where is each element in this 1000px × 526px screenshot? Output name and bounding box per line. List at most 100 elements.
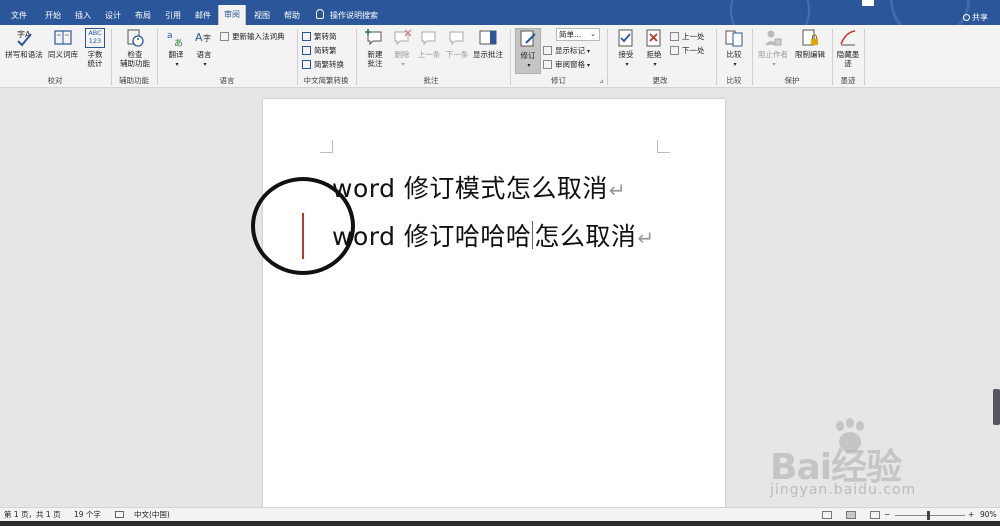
convert-button[interactable]: 简繁转换	[302, 59, 344, 70]
zoom-level[interactable]: 90%	[980, 508, 997, 522]
check-label: 辅助功能	[120, 59, 150, 68]
show-comments-label: 显示批注	[473, 50, 503, 59]
group-label-compare: 比较	[726, 76, 742, 85]
tab-design[interactable]: 设计	[100, 6, 126, 25]
zoom-in-button[interactable]: +	[968, 508, 974, 522]
share-button[interactable]: 共享	[963, 12, 988, 23]
reject-label: 拒绝	[646, 50, 662, 59]
thesaurus-button[interactable]: 同义词库	[44, 28, 82, 59]
new-comment-button[interactable]: 新建 批注	[361, 28, 389, 68]
reject-icon	[644, 28, 664, 48]
zoom-out-button[interactable]: −	[884, 508, 890, 522]
next-comment-button[interactable]: 下一条	[443, 28, 471, 59]
reject-button[interactable]: 拒绝 ▾	[640, 28, 668, 69]
to-simplified-label: 繁转简	[314, 32, 337, 41]
group-comments: 新建 批注 删除 ▾ 上一条 下一条 显示批注 批注	[357, 25, 505, 88]
svg-text:A: A	[195, 31, 203, 44]
person-icon	[963, 14, 970, 21]
tab-review[interactable]: 审阅	[218, 5, 246, 25]
read-mode-icon[interactable]	[822, 511, 832, 519]
tab-file[interactable]: 文件	[6, 6, 32, 25]
print-layout-icon[interactable]	[846, 511, 856, 519]
tab-home[interactable]: 开始	[40, 6, 66, 25]
track-changes-button[interactable]: 修订 ▾	[515, 28, 541, 74]
check-accessibility-button[interactable]: 检查 辅助功能	[116, 28, 154, 68]
title-decoration	[862, 0, 874, 6]
convert-icon	[302, 60, 311, 69]
word-count[interactable]: 19 个字	[74, 508, 101, 522]
chevron-down-icon: ▾	[625, 61, 629, 68]
show-comments-button[interactable]: 显示批注	[471, 28, 505, 59]
chevron-down-icon: ▾	[527, 62, 531, 69]
delete-comment-button[interactable]: 删除 ▾	[389, 28, 415, 69]
language-button[interactable]: A字 语言 ▾	[190, 28, 218, 69]
group-label-comments: 批注	[423, 76, 439, 85]
new-comment-label: 批注	[367, 59, 383, 68]
chevron-down-icon: ▾	[175, 61, 179, 68]
zoom-slider[interactable]	[895, 515, 965, 516]
spellcheck-icon: 字A	[14, 28, 34, 48]
markup-display-select[interactable]: 简单... ⌄	[556, 28, 600, 41]
document-page[interactable]: word 修订模式怎么取消↵ word 修订哈哈哈 怎么取消↵	[263, 99, 725, 519]
block-authors-button[interactable]: 阻止作者 ▾	[755, 28, 791, 69]
zoom-slider-handle[interactable]	[927, 511, 930, 520]
paragraph-text: 怎么取消	[534, 222, 637, 251]
hide-ink-button[interactable]: 隐藏墨 迹	[834, 28, 862, 68]
tell-me-search[interactable]: 操作说明搜索	[316, 6, 378, 25]
block-authors-icon	[763, 28, 783, 48]
to-traditional-label: 简转繁	[314, 46, 337, 55]
tab-references[interactable]: 引用	[160, 6, 186, 25]
block-authors-label: 阻止作者	[758, 50, 788, 59]
translate-button[interactable]: aあ 翻译 ▾	[162, 28, 190, 69]
review-pane-button[interactable]: 审阅窗格 ▾	[543, 59, 590, 70]
group-label-protect: 保护	[784, 76, 800, 85]
paragraph-mark: ↵	[637, 226, 655, 250]
web-layout-icon[interactable]	[870, 511, 880, 519]
next-change-icon	[670, 46, 679, 55]
tab-layout[interactable]: 布局	[130, 6, 156, 25]
language-status[interactable]: 中文(中国)	[134, 508, 170, 522]
hide-ink-label: 隐藏墨	[836, 50, 860, 59]
ribbon-tab-bar: 文件 开始 插入 设计 布局 引用 邮件 审阅 视图 帮助 操作说明搜索 共享	[0, 0, 1000, 25]
word-count-button[interactable]: ABC 123 字数 统计	[82, 28, 108, 68]
to-traditional-button[interactable]: 简转繁	[302, 45, 337, 56]
chevron-down-icon: ▾	[587, 62, 591, 69]
accept-button[interactable]: 接受 ▾	[612, 28, 640, 69]
group-label-ink: 墨迹	[840, 76, 856, 85]
tab-view[interactable]: 视图	[249, 6, 275, 25]
vertical-scrollbar-thumb[interactable]	[993, 389, 1000, 425]
spelling-grammar-button[interactable]: 字A 拼写和语法	[4, 28, 44, 59]
tab-mailings[interactable]: 邮件	[190, 6, 216, 25]
update-ime-button[interactable]: 更新输入法词典	[220, 31, 285, 42]
margin-corner-mark	[657, 140, 670, 153]
proofing-status-icon[interactable]	[115, 508, 124, 522]
document-paragraph[interactable]: word 修订哈哈哈 怎么取消↵	[332, 217, 655, 253]
dialog-launcher-icon[interactable]: ⊿	[599, 78, 604, 85]
previous-label: 上一条	[417, 50, 441, 59]
lock-document-icon	[800, 28, 820, 48]
previous-change-label: 上一处	[682, 32, 705, 41]
paragraph-text: word 修订哈哈哈	[332, 222, 532, 251]
compare-button[interactable]: 比较 ▾	[720, 28, 748, 69]
word-count-icon: ABC 123	[85, 28, 105, 48]
previous-change-button[interactable]: 上一处	[670, 31, 705, 42]
show-markup-button[interactable]: 显示标记 ▾	[543, 45, 590, 56]
tab-help[interactable]: 帮助	[279, 6, 305, 25]
group-language: aあ 翻译 ▾ A字 语言 ▾ 更新输入法词典 语言	[158, 25, 296, 88]
group-tracking: 修订 ▾ 简单... ⌄ 显示标记 ▾ 审阅窗格 ▾ 修订 ⊿	[511, 25, 606, 88]
document-paragraph[interactable]: word 修订模式怎么取消↵	[332, 169, 626, 205]
previous-comment-button[interactable]: 上一条	[415, 28, 443, 59]
language-label: 语言	[196, 50, 212, 59]
restrict-editing-button[interactable]: 限制编辑	[791, 28, 829, 59]
hide-ink-label: 迹	[844, 59, 852, 68]
annotation-circle	[251, 177, 355, 275]
page-count[interactable]: 第 1 页，共 1 页	[4, 508, 61, 522]
show-markup-label: 显示标记	[555, 46, 585, 55]
review-pane-label: 审阅窗格	[555, 60, 585, 69]
group-label-language: 语言	[219, 76, 235, 85]
tab-insert[interactable]: 插入	[70, 6, 96, 25]
group-compare: 比较 ▾ 比较	[717, 25, 751, 88]
next-change-button[interactable]: 下一处	[670, 45, 705, 56]
to-simplified-button[interactable]: 繁转简	[302, 31, 337, 42]
update-ime-label: 更新输入法词典	[232, 32, 285, 41]
